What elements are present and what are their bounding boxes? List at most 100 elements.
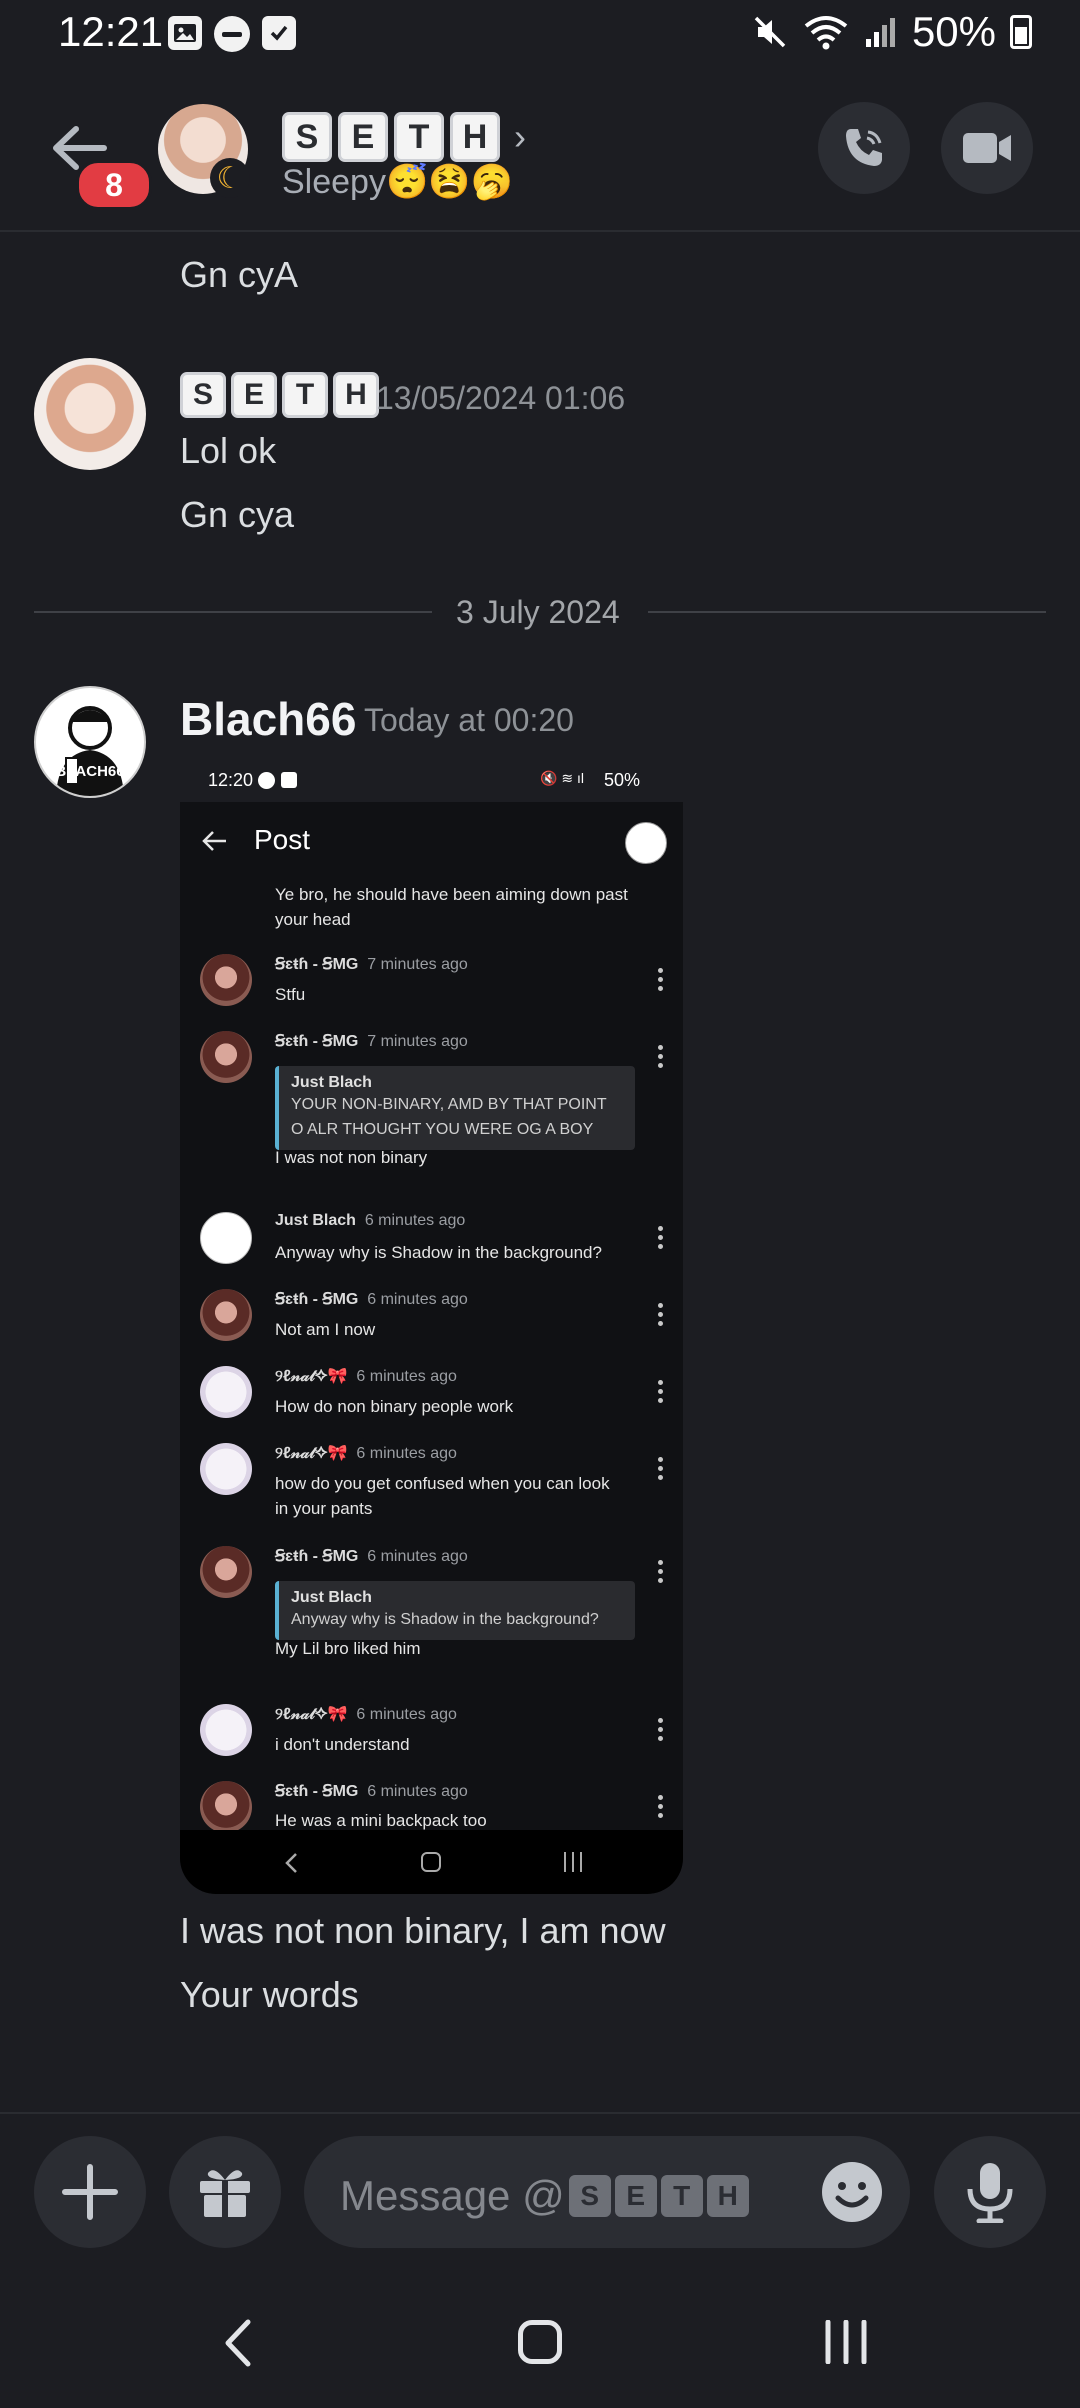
- comment-author: Ꞩɛŧɦ - ꞨMG: [275, 1548, 359, 1565]
- checkbox-icon: [281, 772, 297, 788]
- custom-status: Sleepy😴😫🥱: [282, 163, 513, 201]
- name-letter: T: [660, 2175, 703, 2217]
- signal-icon: [865, 18, 895, 47]
- comment-text: how do you get confused when you can loo…: [275, 1474, 610, 1518]
- chevron-right-icon: ›: [514, 116, 526, 157]
- emoji-button[interactable]: [820, 2160, 884, 2229]
- more-dots-icon: [658, 1045, 664, 1072]
- comment-text: How do non binary people work: [275, 1397, 514, 1416]
- home-icon: [421, 1852, 441, 1872]
- comment-author: Ꞩɛŧɦ - ꞨMG: [275, 1291, 359, 1308]
- more-dots-icon: [658, 968, 664, 995]
- emoji-icon: [822, 2162, 882, 2222]
- recents-icon: [564, 1852, 582, 1872]
- more-dots-icon: [658, 1226, 664, 1253]
- nav-recents-icon: [825, 2319, 867, 2365]
- message-text: Lol ok: [180, 430, 277, 471]
- quote-author: Just Blach: [291, 1074, 372, 1091]
- embedded-status-bar: 12:20 🔇 ≋ ıl 50%: [180, 760, 683, 802]
- gallery-icon: [168, 16, 202, 50]
- name-letter: H: [450, 112, 500, 162]
- name-letter: E: [338, 112, 388, 162]
- comment-author: ୨ℓ𝓃𝒶𝓉✧🎀: [275, 1706, 348, 1723]
- message-timestamp: Today at 00:20: [364, 702, 574, 738]
- avatar: [200, 1443, 252, 1495]
- quote-text: Anyway why is Shadow in the background?: [291, 1611, 599, 1628]
- back-arrow-icon: [202, 831, 226, 851]
- more-dots-icon: [658, 1718, 664, 1745]
- avatar[interactable]: BLACH66: [34, 686, 146, 798]
- embedded-status-time: 12:20: [208, 770, 254, 790]
- placeholder-text: Message @: [340, 2172, 565, 2219]
- video-call-button[interactable]: [941, 102, 1033, 194]
- dnd-icon: [214, 16, 250, 52]
- comment-author: ୨ℓ𝓃𝒶𝓉✧🎀: [275, 1368, 348, 1385]
- comment-time: 6 minutes ago: [356, 1368, 457, 1385]
- unread-badge: 8: [76, 160, 152, 210]
- comment-author: Ꞩɛŧɦ - ꞨMG: [275, 956, 359, 973]
- more-dots-icon: [658, 1795, 664, 1822]
- message-placeholder: Message @ S E T H: [340, 2172, 749, 2220]
- name-letter: T: [394, 112, 444, 162]
- phone-icon: [846, 129, 882, 166]
- name-letter: S: [180, 372, 226, 418]
- avatar: [200, 1031, 252, 1083]
- comment-time: 6 minutes ago: [356, 1445, 457, 1462]
- avatar: [200, 1366, 252, 1418]
- comment-author: Just Blach: [275, 1212, 356, 1229]
- message-username[interactable]: S E T H: [180, 372, 379, 418]
- comment-time: 6 minutes ago: [367, 1548, 468, 1565]
- name-letter: E: [231, 372, 277, 418]
- message-username[interactable]: Blach66: [180, 692, 356, 746]
- divider-line: [648, 611, 1046, 613]
- back-icon: [285, 1853, 297, 1873]
- comment-time: 6 minutes ago: [367, 1783, 468, 1800]
- message-text: Gn cyA: [180, 254, 299, 295]
- header-username[interactable]: S E T H ›: [282, 112, 526, 162]
- voice-message-button[interactable]: [934, 2136, 1046, 2248]
- embedded-nav-bar: [180, 1830, 683, 1894]
- status-icons: 🔇 ≋ ıl: [540, 770, 584, 786]
- comment-text: i don't understand: [275, 1735, 410, 1754]
- gift-icon: [200, 2170, 250, 2217]
- avatar: [200, 1289, 252, 1341]
- comment-text: Not am I now: [275, 1320, 376, 1339]
- quote-text: YOUR NON-BINARY, AMD BY THAT POINT O ALR…: [291, 1096, 607, 1138]
- checkbox-icon: [262, 16, 296, 50]
- comment-text: Anyway why is Shadow in the background?: [275, 1243, 602, 1262]
- comment-time: 7 minutes ago: [367, 956, 468, 973]
- more-dots-icon: [658, 1560, 664, 1587]
- avatar: [200, 1781, 252, 1833]
- image-attachment[interactable]: 12:20 🔇 ≋ ıl 50% Post Ye bro, he should …: [180, 760, 683, 1894]
- comment-text: I was not non binary: [275, 1148, 428, 1167]
- comment-time: 6 minutes ago: [364, 1212, 466, 1229]
- avatar: [625, 822, 667, 864]
- more-dots-icon: [658, 1380, 664, 1407]
- comment-time: 6 minutes ago: [367, 1291, 468, 1308]
- add-attachment-button[interactable]: [34, 2136, 146, 2248]
- status-notification-icons: [168, 16, 296, 52]
- gift-button[interactable]: [169, 2136, 281, 2248]
- avatar-text: BLACH66: [55, 763, 124, 780]
- comment-text: My Lil bro liked him: [275, 1639, 421, 1658]
- comment-text: Stfu: [275, 985, 306, 1004]
- nav-home-button[interactable]: [518, 2320, 562, 2364]
- embedded-post-view: Post Ye bro, he should have been aiming …: [180, 802, 683, 1833]
- video-icon: [963, 133, 1011, 163]
- status-time: 12:21: [58, 8, 164, 55]
- avatar: [200, 954, 252, 1006]
- nav-back-icon: [225, 2319, 251, 2367]
- status-right: 50%: [752, 8, 1032, 56]
- message-text: Gn cya: [180, 494, 295, 535]
- name-letter: S: [282, 112, 332, 162]
- dnd-icon: [258, 772, 275, 789]
- voice-call-button[interactable]: [818, 102, 910, 194]
- comment-author: ୨ℓ𝓃𝒶𝓉✧🎀: [275, 1445, 348, 1462]
- avatar[interactable]: [34, 358, 146, 470]
- nav-recents-button[interactable]: [824, 2319, 868, 2369]
- nav-back-button[interactable]: [222, 2318, 252, 2373]
- idle-moon-icon: ☾: [210, 158, 250, 198]
- battery-icon: [1010, 15, 1032, 49]
- embedded-text: Ye bro, he should have been aiming down …: [275, 885, 628, 929]
- plus-icon: [62, 2164, 118, 2220]
